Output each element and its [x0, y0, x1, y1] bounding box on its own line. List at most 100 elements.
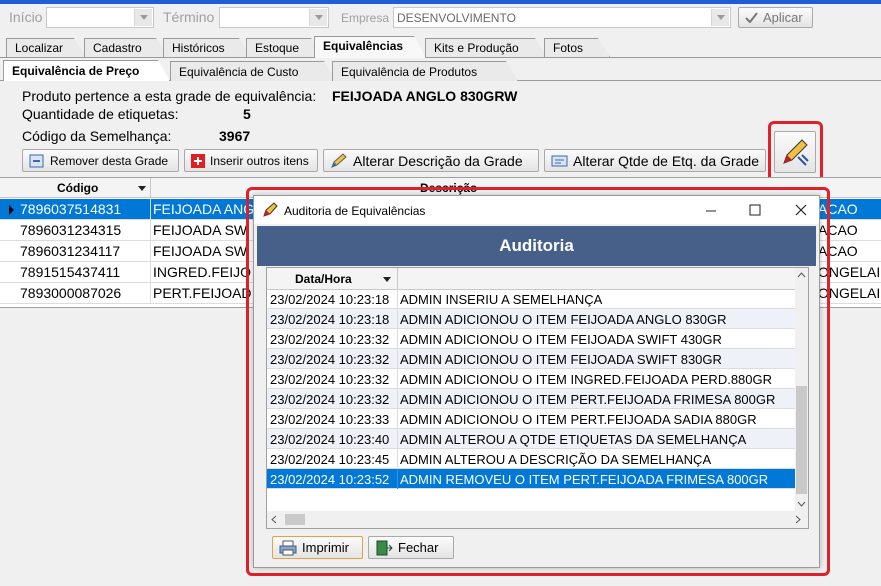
tabs-baseline — [0, 57, 881, 58]
row-code: 7896031234315 — [20, 222, 122, 238]
close-label: Fechar — [398, 540, 439, 555]
audit-row[interactable]: 23/02/2024 10:23:45 ADMIN ALTEROU A DESCR… — [267, 449, 795, 469]
scroll-thumb[interactable] — [796, 386, 807, 494]
sort-arrow-icon[interactable] — [138, 186, 146, 191]
code-value: 3967 — [219, 128, 251, 144]
termino-combo[interactable] — [219, 7, 329, 28]
audit-datetime: 23/02/2024 10:23:18 — [270, 292, 390, 307]
window-top-border — [0, 0, 881, 4]
apply-label: Aplicar — [763, 10, 803, 25]
maximize-icon[interactable] — [749, 204, 761, 216]
audit-datetime: 23/02/2024 10:23:45 — [270, 452, 390, 467]
row-code: 7896031234117 — [20, 243, 121, 259]
tab-historicos[interactable]: Históricos — [163, 38, 251, 57]
audit-text: ADMIN ADICIONOU O ITEM FEIJOADA SWIFT 83… — [400, 352, 722, 367]
audit-text: ADMIN ALTEROU A DESCRIÇÃO DA SEMELHANÇA — [400, 452, 712, 467]
row-code: 7893000087026 — [20, 285, 122, 301]
tab-cadastro[interactable]: Cadastro — [84, 38, 168, 57]
row-code: 7891515437411 — [20, 264, 121, 280]
plus-icon — [191, 153, 205, 168]
subtab-equivalencia-preco[interactable]: Equivalência de Preço — [3, 60, 170, 81]
pencil-icon — [331, 152, 347, 168]
audit-row[interactable]: 23/02/2024 10:23:32 ADMIN ADICIONOU O ITE… — [267, 329, 795, 349]
audit-datetime: 23/02/2024 10:23:32 — [270, 372, 390, 387]
scroll-left-icon[interactable] — [271, 515, 277, 524]
scroll-down-icon[interactable] — [797, 501, 806, 507]
alter-desc-label: Alterar Descrição da Grade — [353, 152, 523, 169]
scroll-up-icon[interactable] — [797, 272, 806, 278]
tab-fotos[interactable]: Fotos — [544, 38, 610, 57]
audit-datetime: 23/02/2024 10:23:40 — [270, 432, 390, 447]
chevron-down-icon[interactable] — [134, 9, 152, 26]
audit-text: ADMIN ADICIONOU O ITEM FEIJOADA SWIFT 43… — [400, 332, 722, 347]
minimize-icon[interactable] — [705, 205, 717, 217]
audit-grid-header: Data/Hora — [267, 268, 808, 290]
inicio-label: Início — [9, 9, 43, 25]
inicio-combo[interactable] — [46, 7, 154, 28]
tab-estoque[interactable]: Estoque — [246, 38, 323, 57]
audit-row[interactable]: 23/02/2024 10:23:33 ADMIN ADICIONOU O ITE… — [267, 409, 795, 429]
dialog-banner: Auditoria — [257, 226, 816, 266]
print-button[interactable]: Imprimir — [272, 536, 363, 559]
horizontal-scrollbar[interactable] — [267, 511, 808, 528]
audit-text: ADMIN ALTEROU A QTDE ETIQUETAS DA SEMELH… — [400, 432, 747, 447]
tab-equivalencias[interactable]: Equivalências — [314, 36, 426, 58]
row-desc: FEIJOADA SW — [153, 222, 248, 238]
audit-datetime: 23/02/2024 10:23:32 — [270, 332, 390, 347]
audit-datetime: 23/02/2024 10:23:18 — [270, 312, 390, 327]
row-desc: PERT.FEIJOAD — [153, 285, 252, 301]
audit-datetime: 23/02/2024 10:23:52 — [270, 472, 390, 487]
audit-row[interactable]: 23/02/2024 10:23:32 ADMIN ADICIONOU O ITE… — [267, 389, 795, 409]
insert-items-button[interactable]: Inserir outros itens — [184, 149, 318, 172]
audit-datetime: 23/02/2024 10:23:32 — [270, 392, 390, 407]
chevron-down-icon[interactable] — [309, 9, 327, 26]
subtab-equivalencia-custo[interactable]: Equivalência de Custo — [170, 61, 336, 81]
audit-row[interactable]: 23/02/2024 10:23:40 ADMIN ALTEROU A QTDE … — [267, 429, 795, 449]
h-scroll-thumb[interactable] — [285, 514, 305, 525]
audit-row[interactable]: 23/02/2024 10:23:18 ADMIN ADICIONOU O ITE… — [267, 309, 795, 329]
audit-row[interactable]: 23/02/2024 10:23:18 ADMIN INSERIU A SEMEL… — [267, 289, 795, 309]
scroll-right-icon[interactable] — [795, 515, 801, 524]
col-datahora[interactable]: Data/Hora — [295, 272, 352, 286]
audit-row-selected[interactable]: 23/02/2024 10:23:52 ADMIN REMOVEU O ITEM … — [267, 469, 795, 489]
code-label: Código da Semelhança: — [22, 128, 172, 144]
close-icon[interactable] — [795, 204, 807, 216]
dialog-titlebar[interactable]: Auditoria de Equivalências — [254, 196, 819, 224]
row-desc: INGRED.FEIJO — [153, 264, 252, 280]
audit-dialog: Auditoria de Equivalências Auditoria Dat… — [253, 195, 820, 568]
alter-description-button[interactable]: Alterar Descrição da Grade — [323, 149, 539, 172]
audit-pen-icon — [783, 139, 809, 166]
header-separator — [150, 178, 151, 198]
tab-kits-producao[interactable]: Kits e Produção — [425, 38, 547, 57]
row-desc: FEIJOADA SW — [153, 243, 248, 259]
apply-button[interactable]: Aplicar — [738, 7, 813, 28]
empresa-combo[interactable]: DESENVOLVIMENTO — [393, 7, 731, 28]
row-code: 7896037514831 — [20, 201, 122, 217]
alter-qty-button[interactable]: Alterar Qtde de Etq. da Grade — [544, 149, 766, 172]
subtab-equivalencia-produtos[interactable]: Equivalência de Produtos — [332, 61, 518, 81]
product-label: Produto pertence a esta grade de equival… — [22, 88, 317, 104]
audit-row[interactable]: 23/02/2024 10:23:32 ADMIN ADICIONOU O ITE… — [267, 369, 795, 389]
col-codigo[interactable]: Código — [57, 181, 98, 195]
close-button[interactable]: Fechar — [368, 536, 454, 559]
audit-row[interactable]: 23/02/2024 10:23:32 ADMIN ADICIONOU O ITE… — [267, 349, 795, 369]
chevron-down-icon[interactable] — [711, 9, 729, 26]
insert-label: Inserir outros itens — [210, 153, 309, 168]
empresa-label: Empresa — [341, 11, 390, 25]
remove-icon — [29, 154, 44, 167]
tab-localizar[interactable]: Localizar — [6, 38, 86, 57]
audit-text: ADMIN ADICIONOU O ITEM PERT.FEIJOADA SAD… — [400, 412, 757, 427]
app-icon — [263, 202, 278, 217]
label-tag-icon — [551, 155, 568, 166]
vertical-scrollbar[interactable] — [795, 268, 808, 511]
header-separator — [397, 268, 398, 290]
sort-arrow-icon[interactable] — [383, 277, 391, 282]
audit-text: ADMIN ADICIONOU O ITEM PERT.FEIJOADA FRI… — [400, 392, 776, 407]
audit-button[interactable] — [774, 131, 816, 173]
row-desc: FEIJOADA ANG — [153, 201, 255, 217]
audit-datetime: 23/02/2024 10:23:32 — [270, 352, 390, 367]
audit-grid[interactable]: Data/Hora 23/02/2024 10:23:18 ADMIN INSER… — [266, 267, 809, 529]
printer-icon — [279, 540, 297, 555]
audit-text: ADMIN REMOVEU O ITEM PERT.FEIJOADA FRIME… — [400, 472, 769, 487]
remove-from-grade-button[interactable]: Remover desta Grade — [22, 149, 179, 172]
